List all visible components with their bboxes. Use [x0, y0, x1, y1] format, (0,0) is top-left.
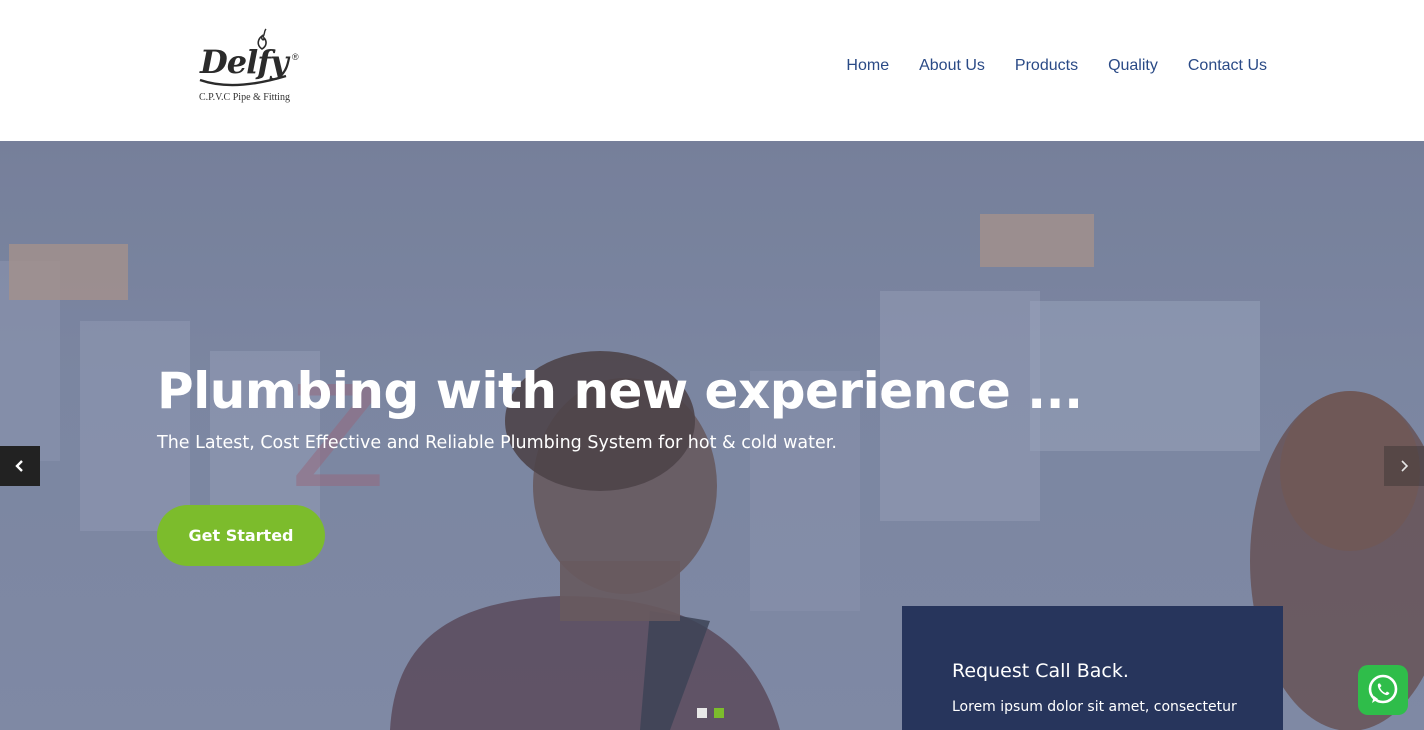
registered-mark: ®: [292, 52, 299, 62]
site-header: Delfy ® C.P.V.C Pipe & Fitting Home Abou…: [0, 0, 1424, 141]
nav-item-contact-us[interactable]: Contact Us: [1188, 57, 1267, 75]
nav-item-home[interactable]: Home: [846, 57, 889, 75]
whatsapp-icon: [1368, 674, 1398, 704]
slider-dots: [697, 708, 724, 718]
slider-dot-2-active[interactable]: [714, 708, 724, 718]
hero-subtitle: The Latest, Cost Effective and Reliable …: [157, 433, 837, 453]
nav-item-about-us[interactable]: About Us: [919, 57, 985, 75]
nav-item-quality[interactable]: Quality: [1108, 57, 1158, 75]
get-started-button[interactable]: Get Started: [157, 505, 325, 566]
hero-title: Plumbing with new experience ...: [157, 362, 1083, 420]
callback-title: Request Call Back.: [952, 660, 1129, 682]
chevron-right-icon: [1401, 460, 1409, 472]
slider-next-button[interactable]: [1384, 446, 1424, 486]
nav-item-products[interactable]: Products: [1015, 57, 1078, 75]
hero-slider: Z Plumbing with new experience ... The L…: [0, 141, 1424, 730]
brand-tagline: C.P.V.C Pipe & Fitting: [199, 92, 290, 103]
whatsapp-chat-button[interactable]: [1358, 665, 1408, 715]
slider-prev-button[interactable]: [0, 446, 40, 486]
slider-dot-1[interactable]: [697, 708, 707, 718]
brand-logo[interactable]: Delfy ® C.P.V.C Pipe & Fitting: [196, 28, 306, 108]
callback-text: Lorem ipsum dolor sit amet, consectetur: [952, 699, 1237, 715]
main-nav: Home About Us Products Quality Contact U…: [846, 57, 1267, 75]
logo-swoosh: [199, 74, 287, 87]
request-callback-panel: Request Call Back. Lorem ipsum dolor sit…: [902, 606, 1283, 730]
chevron-left-icon: [15, 460, 23, 472]
